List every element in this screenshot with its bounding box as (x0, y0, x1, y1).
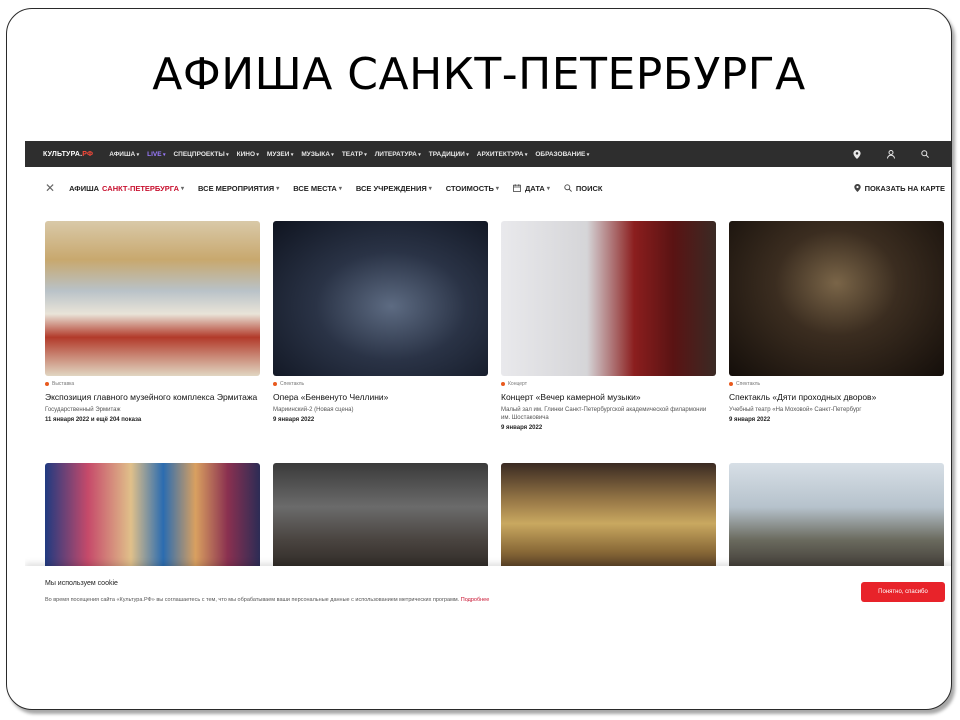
event-category: Выставка (45, 381, 260, 387)
nav-item-literatura[interactable]: ЛИТЕРАТУРА (375, 151, 421, 158)
event-title[interactable]: Спектакль «Дяти проходных дворов» (729, 392, 944, 403)
event-card[interactable] (45, 463, 260, 573)
event-image[interactable] (501, 221, 716, 376)
site-logo[interactable]: КУЛЬТУРА.РФ (43, 151, 93, 158)
event-date: 9 января 2022 (501, 425, 543, 431)
event-title[interactable]: Опера «Бенвенуто Челлини» (273, 392, 488, 403)
cost-filter[interactable]: СТОИМОСТЬ (446, 184, 499, 193)
event-place: Учебный театр «На Моховой» Санкт-Петербу… (729, 407, 862, 413)
cookie-title: Мы используем cookie (45, 580, 118, 587)
event-cards-row: Выставка Экспозиция главного музейного к… (45, 221, 945, 431)
nav-item-teatr[interactable]: ТЕАТР (342, 151, 367, 158)
calendar-icon (513, 184, 521, 192)
nav-item-arhitektura[interactable]: АРХИТЕКТУРА (477, 151, 528, 158)
cookie-more-link[interactable]: Подробнее (461, 597, 490, 603)
location-pin-icon[interactable] (853, 149, 861, 159)
nav-item-obrazovanie[interactable]: ОБРАЗОВАНИЕ (535, 151, 589, 158)
event-title[interactable]: Экспозиция главного музейного комплекса … (45, 392, 260, 403)
show-on-map-button[interactable]: ПОКАЗАТЬ НА КАРТЕ (853, 184, 945, 193)
nav-item-afisha[interactable]: АФИША (109, 151, 139, 158)
category-dot-icon (273, 382, 277, 386)
event-card[interactable]: Спектакль Спектакль «Дяти проходных двор… (729, 221, 944, 431)
filter-bar: ✕ АФИШАСАНКТ-ПЕТЕРБУРГА ВСЕ МЕРОПРИЯТИЯ … (25, 177, 951, 199)
event-title[interactable]: Концерт «Вечер камерной музыки» (501, 392, 716, 403)
event-image[interactable] (45, 221, 260, 376)
institutions-filter[interactable]: ВСЕ УЧРЕЖДЕНИЯ (356, 184, 432, 193)
website-screenshot: КУЛЬТУРА.РФ АФИША LIVE СПЕЦПРОЕКТЫ КИНО … (25, 141, 951, 621)
event-image[interactable] (729, 463, 944, 573)
top-nav: КУЛЬТУРА.РФ АФИША LIVE СПЕЦПРОЕКТЫ КИНО … (25, 141, 951, 167)
city-filter[interactable]: АФИША САНКТ-ПЕТЕРБУРГА (69, 184, 184, 193)
event-image[interactable] (273, 221, 488, 376)
nav-item-muzei[interactable]: МУЗЕИ (267, 151, 293, 158)
event-date: 11 января 2022 и ещё 204 показа (45, 417, 142, 423)
close-icon[interactable]: ✕ (45, 181, 55, 195)
nav-icons (827, 141, 929, 167)
search-icon[interactable] (921, 150, 929, 158)
user-icon[interactable] (887, 149, 895, 159)
slide-frame: АФИША САНКТ-ПЕТЕРБУРГА КУЛЬТУРА.РФ АФИША… (6, 8, 952, 710)
date-filter[interactable]: ДАТА (513, 184, 550, 193)
event-place: Мариинский-2 (Новая сцена) (273, 407, 354, 413)
category-dot-icon (501, 382, 505, 386)
places-filter[interactable]: ВСЕ МЕСТА (293, 184, 342, 193)
search-filter[interactable]: ПОИСК (564, 184, 602, 193)
location-pin-icon (853, 184, 861, 192)
events-filter[interactable]: ВСЕ МЕРОПРИЯТИЯ (198, 184, 279, 193)
event-place: Малый зал им. Глинки Санкт-Петербургской… (501, 407, 707, 421)
event-card[interactable]: Спектакль Опера «Бенвенуто Челлини» Мари… (273, 221, 488, 431)
event-category: Спектакль (273, 381, 488, 387)
nav-item-specprojects[interactable]: СПЕЦПРОЕКТЫ (173, 151, 228, 158)
event-card[interactable] (729, 463, 944, 573)
cookie-accept-button[interactable]: Понятно, спасибо (861, 582, 945, 602)
event-image[interactable] (729, 221, 944, 376)
category-dot-icon (45, 382, 49, 386)
cookie-text: Во время посещения сайта «Культура.РФ» в… (45, 597, 490, 603)
event-card[interactable] (273, 463, 488, 573)
category-dot-icon (729, 382, 733, 386)
nav-item-kino[interactable]: КИНО (237, 151, 259, 158)
slide-title: АФИША САНКТ-ПЕТЕРБУРГА (152, 49, 806, 100)
event-image[interactable] (501, 463, 716, 573)
event-category: Спектакль (729, 381, 944, 387)
event-card[interactable] (501, 463, 716, 573)
nav-item-tradicii[interactable]: ТРАДИЦИИ (429, 151, 469, 158)
event-cards-row (45, 463, 945, 573)
event-image[interactable] (273, 463, 488, 573)
event-category: Концерт (501, 381, 716, 387)
event-date: 9 января 2022 (273, 417, 315, 423)
cookie-banner: Мы используем cookie Во время посещения … (25, 566, 951, 621)
event-card[interactable]: Выставка Экспозиция главного музейного к… (45, 221, 260, 431)
search-icon (564, 184, 572, 192)
event-date: 9 января 2022 (729, 417, 771, 423)
nav-item-live[interactable]: LIVE (147, 151, 165, 158)
event-image[interactable] (45, 463, 260, 573)
nav-item-muzyka[interactable]: МУЗЫКА (301, 151, 333, 158)
event-place: Государственный Эрмитаж (45, 407, 121, 413)
event-card[interactable]: Концерт Концерт «Вечер камерной музыки» … (501, 221, 716, 431)
